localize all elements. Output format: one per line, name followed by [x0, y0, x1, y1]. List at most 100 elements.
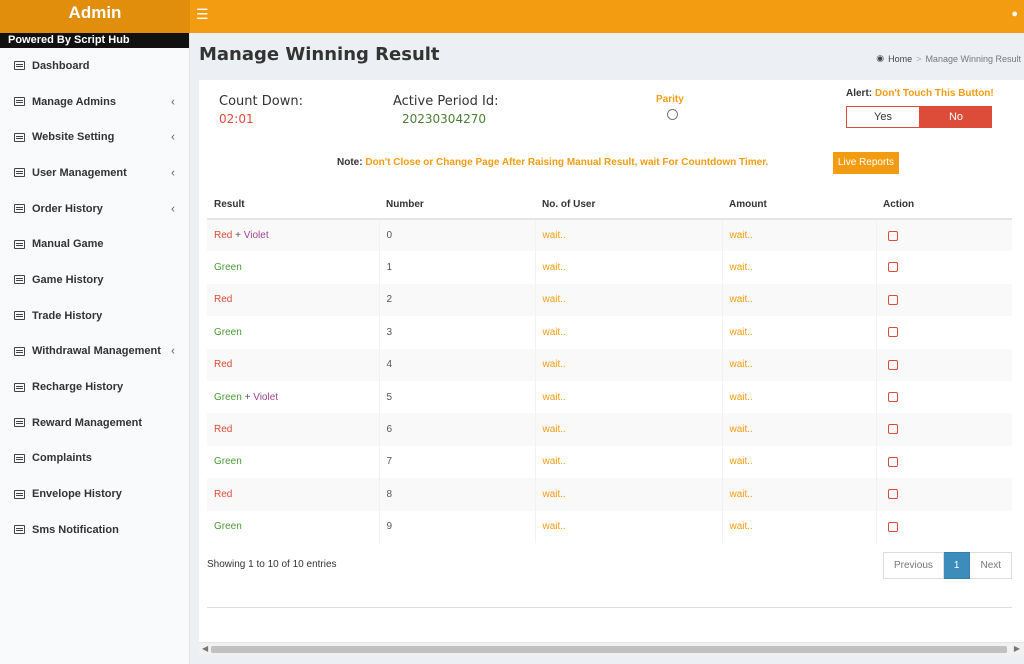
sidebar-item-website-setting[interactable]: Website Setting ‹	[0, 119, 189, 155]
select-result-checkbox[interactable]	[887, 327, 898, 338]
amount-cell: wait..	[721, 380, 876, 414]
sidebar-item-label: Withdrawal Management	[32, 345, 161, 358]
list-icon	[14, 382, 25, 392]
select-result-checkbox[interactable]	[887, 294, 898, 305]
breadcrumb: ◉ Home > Manage Winning Result	[876, 53, 1021, 64]
amount-cell: wait..	[721, 251, 876, 284]
period-block: Active Period Id: 20230304270	[393, 94, 498, 126]
table-body: Red + Violet 0 wait.. wait.. Green 1 wait.. wai…	[207, 219, 1012, 543]
brand-logo[interactable]: Admin	[0, 0, 190, 33]
note-text: Note: Don't Close or Change Page After R…	[337, 157, 768, 168]
select-result-checkbox[interactable]	[887, 489, 898, 500]
sidebar-item-reward-management[interactable]: Reward Management	[0, 405, 189, 441]
period-value: 20230304270	[402, 112, 486, 126]
col-amount[interactable]: Amount	[722, 191, 876, 220]
col-result[interactable]: Result	[207, 191, 379, 220]
amount-cell: wait..	[721, 510, 876, 543]
sidebar-item-complaints[interactable]: Complaints	[0, 441, 189, 477]
sidebar-item-sms-notification[interactable]: Sms Notification	[0, 512, 189, 548]
scroll-left-icon[interactable]: ◀	[202, 644, 208, 653]
winning-result-panel: Count Down: 02:01 Active Period Id: 2023…	[199, 79, 1024, 655]
list-icon	[14, 239, 25, 249]
sidebar-item-user-management[interactable]: User Management ‹	[0, 155, 189, 191]
sidebar-item-label: Order History	[32, 202, 103, 215]
sidebar-item-order-history[interactable]: Order History ‹	[0, 191, 189, 227]
alert-prefix: Alert:	[846, 88, 873, 99]
table-header-row: Result Number No. of User Amount Action	[207, 191, 1012, 220]
sidebar-item-game-history[interactable]: Game History	[0, 262, 189, 298]
sidebar-item-manual-game[interactable]: Manual Game	[0, 226, 189, 262]
result-cell: Green	[207, 251, 379, 283]
live-reports-button[interactable]: Live Reports	[833, 152, 899, 174]
sidebar-item-envelope-history[interactable]: Envelope History	[0, 476, 189, 512]
sidebar-item-label: Reward Management	[32, 416, 143, 429]
amount-cell: wait..	[721, 283, 876, 317]
parity-radio[interactable]	[667, 109, 678, 120]
result-color-label: +	[241, 391, 254, 403]
list-icon	[14, 489, 25, 499]
pager-previous[interactable]: Previous	[883, 552, 944, 579]
note-message: Don't Close or Change Page After Raising…	[365, 157, 769, 168]
select-result-checkbox[interactable]	[887, 392, 898, 402]
col-number[interactable]: Number	[379, 191, 535, 220]
number-cell: 2	[378, 283, 535, 317]
select-result-checkbox[interactable]	[887, 521, 898, 532]
pagination: Previous 1 Next	[883, 552, 1013, 579]
user-icon[interactable]: ●	[1011, 8, 1018, 20]
table-row: Red 2 wait.. wait..	[207, 283, 1012, 317]
table-row: Red 4 wait.. wait..	[207, 348, 1012, 381]
result-cell: Red	[207, 478, 379, 511]
yes-button[interactable]: Yes	[846, 106, 920, 128]
scrollbar-thumb[interactable]	[211, 646, 1007, 653]
amount-cell: wait..	[721, 348, 876, 381]
chevron-left-icon: ‹	[171, 129, 175, 144]
result-cell: Green	[207, 446, 379, 478]
scroll-right-icon[interactable]: ▶	[1014, 644, 1020, 653]
parity-label: Parity	[656, 94, 684, 105]
sidebar-item-recharge-history[interactable]: Recharge History	[0, 369, 189, 405]
breadcrumb-separator: >	[916, 53, 922, 64]
select-result-checkbox[interactable]	[887, 456, 898, 467]
sidebar-item-label: Trade History	[32, 309, 103, 322]
select-result-checkbox[interactable]	[887, 359, 898, 370]
result-color-label: Red	[214, 230, 233, 242]
result-cell: Red	[207, 413, 379, 446]
select-result-checkbox[interactable]	[887, 424, 898, 435]
result-color-label: Green	[214, 391, 242, 403]
sidebar-item-label: Manual Game	[32, 238, 104, 251]
table-row: Green 7 wait.. wait..	[207, 445, 1012, 479]
number-cell: 3	[378, 316, 535, 349]
sidebar-item-trade-history[interactable]: Trade History	[0, 298, 189, 334]
users-cell: wait..	[534, 510, 722, 543]
number-cell: 7	[378, 445, 535, 479]
users-cell: wait..	[534, 219, 722, 252]
countdown-label: Count Down:	[219, 94, 303, 109]
sidebar-item-withdrawal-management[interactable]: Withdrawal Management ‹	[0, 334, 189, 370]
sidebar-item-dashboard[interactable]: Dashboard	[0, 48, 189, 84]
users-cell: wait..	[534, 380, 722, 414]
result-cell: Green + Violet	[207, 381, 379, 413]
number-cell: 6	[378, 413, 535, 446]
action-cell	[875, 413, 1012, 446]
sidebar-item-label: Manage Admins	[32, 95, 116, 108]
hamburger-icon[interactable]: ☰	[196, 6, 209, 23]
action-cell	[875, 510, 1012, 543]
col-users[interactable]: No. of User	[535, 191, 722, 220]
list-icon	[14, 275, 25, 285]
users-cell: wait..	[534, 348, 722, 381]
action-cell	[875, 316, 1012, 349]
horizontal-scrollbar[interactable]: ◀ ▶	[199, 642, 1024, 655]
pager-page-1[interactable]: 1	[943, 552, 971, 579]
select-result-checkbox[interactable]	[887, 262, 898, 273]
list-icon	[14, 418, 25, 428]
list-icon	[14, 204, 25, 214]
list-icon	[14, 97, 25, 107]
select-result-checkbox[interactable]	[887, 230, 898, 241]
col-action[interactable]: Action	[876, 191, 1012, 220]
breadcrumb-home[interactable]: Home	[888, 54, 912, 64]
sidebar-item-manage-admins[interactable]: Manage Admins ‹	[0, 84, 189, 120]
users-cell: wait..	[534, 445, 722, 479]
pager-next[interactable]: Next	[970, 552, 1013, 579]
number-cell: 4	[378, 348, 535, 381]
no-button[interactable]: No	[920, 106, 992, 128]
